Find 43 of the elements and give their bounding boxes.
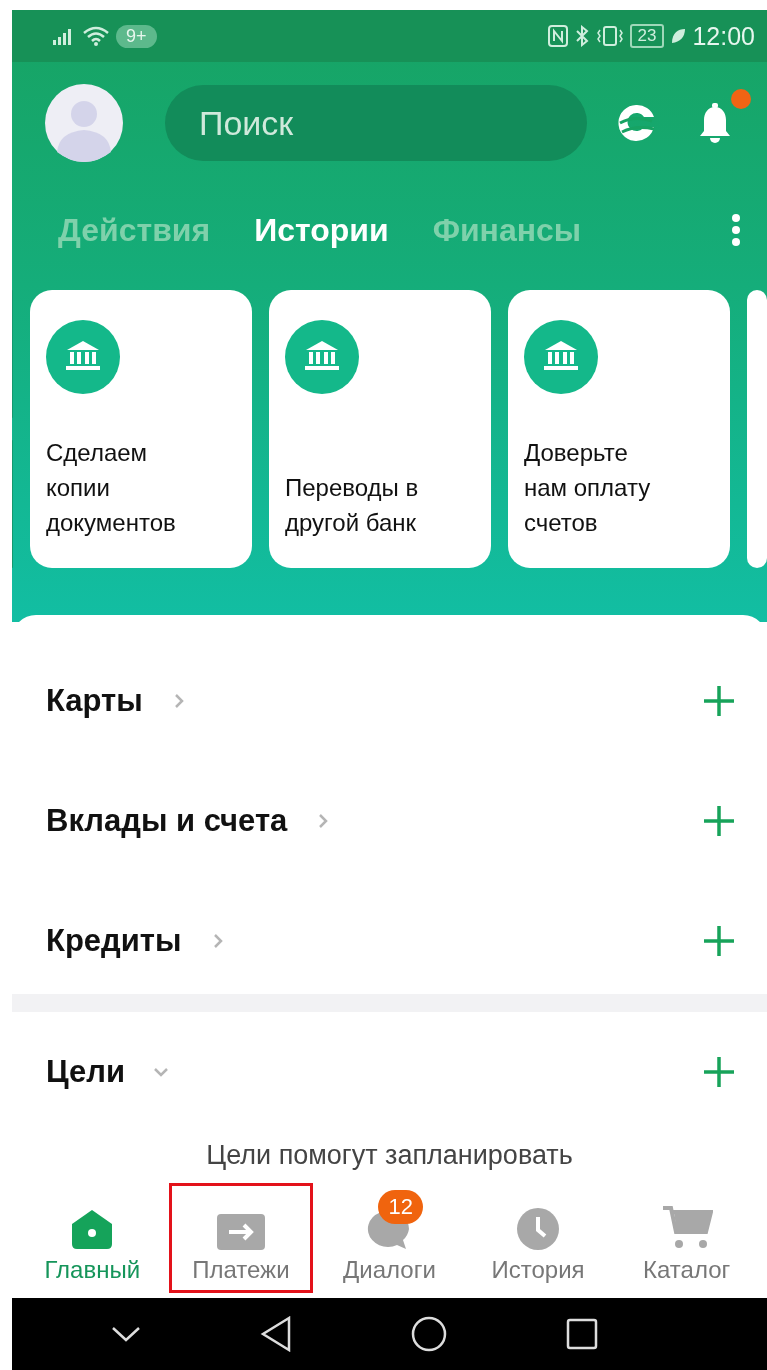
- story-title: Переводы в другой банк: [285, 473, 420, 538]
- nav-tab[interactable]: Каталог: [617, 1186, 756, 1290]
- home-circle-icon[interactable]: [410, 1316, 447, 1352]
- story-card[interactable]: Сделаем копии документов: [30, 290, 252, 568]
- leaf-icon: [670, 27, 687, 45]
- recents-icon[interactable]: [565, 1318, 598, 1350]
- bank-icon: [524, 320, 598, 394]
- story-title: Доверьте нам оплату счетов: [524, 438, 652, 538]
- search-field[interactable]: Поиск: [165, 85, 587, 161]
- vibrate-icon: [595, 25, 624, 47]
- tab[interactable]: Истории: [242, 211, 401, 249]
- back-icon[interactable]: [260, 1316, 293, 1352]
- section-title[interactable]: Карты: [46, 683, 143, 719]
- section-title[interactable]: Кредиты: [46, 923, 182, 959]
- avatar[interactable]: [45, 84, 123, 162]
- unread-count-badge: 12: [378, 1190, 423, 1224]
- nfc-icon: [547, 25, 568, 47]
- bank-icon: [285, 320, 359, 394]
- bluetooth-icon: [573, 25, 590, 47]
- goals-hint: Цели помогут запланировать: [206, 1140, 573, 1170]
- notification-count-badge: 9+: [116, 24, 157, 48]
- nav-tab[interactable]: 12 Диалоги: [320, 1186, 459, 1290]
- section-title[interactable]: Вклады и счета: [46, 803, 288, 839]
- collapse-icon[interactable]: [111, 1325, 142, 1343]
- story-card[interactable]: Доверьте нам оплату счетов: [508, 290, 730, 568]
- section-title[interactable]: Цели: [46, 1054, 125, 1090]
- wifi-icon: [82, 26, 110, 46]
- bank-icon: [46, 320, 120, 394]
- add-icon[interactable]: [703, 685, 735, 717]
- battery-indicator: 23: [629, 24, 665, 48]
- clock: 12:00: [692, 21, 755, 51]
- arrow-card-icon: [216, 1214, 265, 1250]
- add-icon[interactable]: [703, 805, 735, 837]
- nav-tab[interactable]: Платежи: [171, 1186, 310, 1290]
- add-icon[interactable]: [703, 1056, 735, 1088]
- more-menu-icon[interactable]: [731, 213, 741, 247]
- clock-icon: [517, 1208, 560, 1250]
- story-title: Сделаем копии документов: [46, 438, 177, 538]
- nav-tab[interactable]: История: [469, 1186, 608, 1290]
- cart-icon: [660, 1204, 713, 1250]
- nav-tab[interactable]: Главный: [23, 1186, 162, 1290]
- add-icon[interactable]: [703, 925, 735, 957]
- story-card[interactable]: Переводы в другой банк: [269, 290, 491, 568]
